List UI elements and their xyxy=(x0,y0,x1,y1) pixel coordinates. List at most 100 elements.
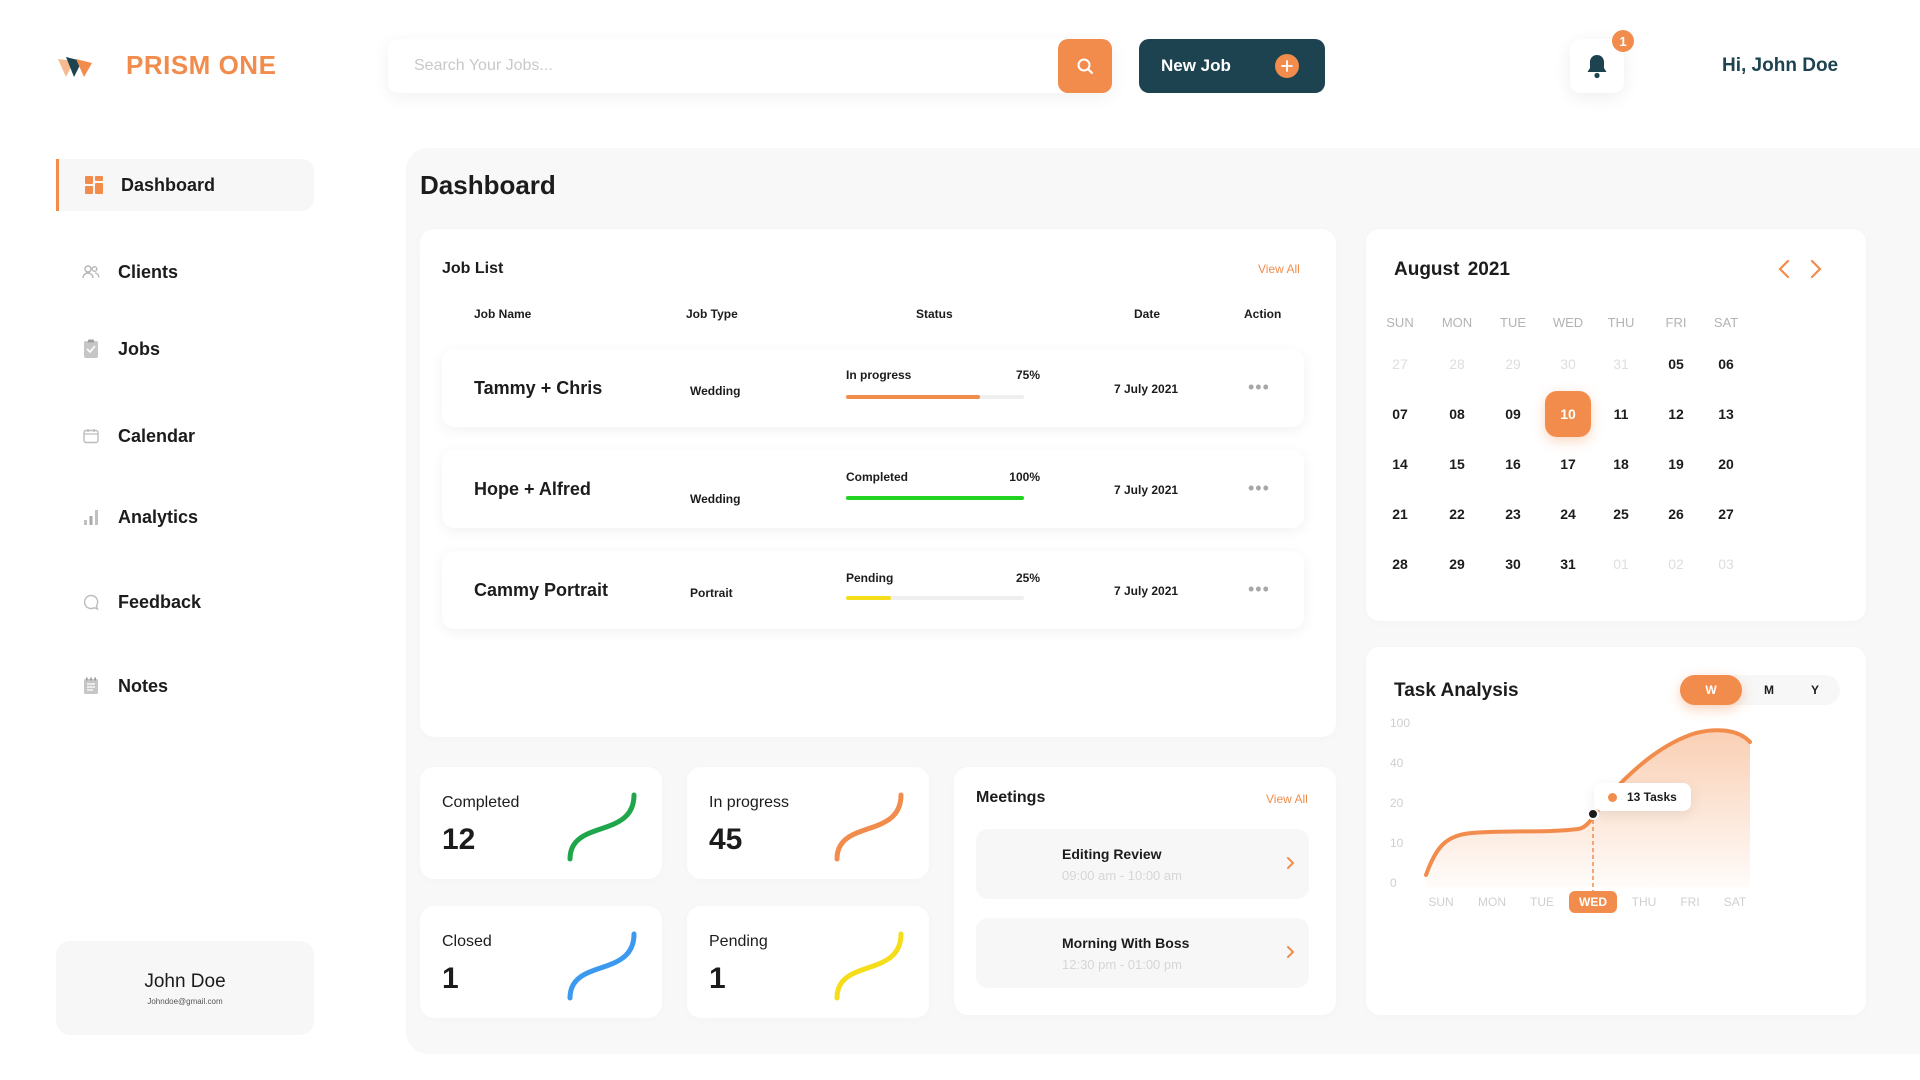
stat-card-completed[interactable]: Completed 12 xyxy=(420,767,662,879)
calendar-day[interactable]: 20 xyxy=(1703,441,1749,487)
calendar-day[interactable]: 05 xyxy=(1653,341,1699,387)
chevron-right-icon xyxy=(1287,857,1295,869)
calendar-day[interactable]: 29 xyxy=(1434,541,1480,587)
meetings-card: Meetings View All Editing Review 09:00 a… xyxy=(954,767,1336,1015)
more-actions-icon[interactable]: ••• xyxy=(1248,377,1270,398)
task-analysis-chart: 1004020100SUN MON TUE WED THU FRI SAT xyxy=(1390,716,1752,913)
x-tick-label: SAT xyxy=(1724,895,1747,909)
calendar-day[interactable]: 27 xyxy=(1703,491,1749,537)
calendar-day[interactable]: 15 xyxy=(1434,441,1480,487)
brand[interactable]: PRISM ONE xyxy=(56,50,276,81)
trend-curve-icon xyxy=(567,931,637,1001)
sidebar-item-calendar[interactable]: Calendar xyxy=(56,410,314,462)
calendar-day[interactable]: 25 xyxy=(1598,491,1644,537)
calendar-weekday-label: THU xyxy=(1607,315,1635,330)
calendar-day-selected[interactable]: 10 xyxy=(1545,391,1591,437)
calendar-month: August xyxy=(1394,259,1460,280)
sidebar-item-feedback[interactable]: Feedback xyxy=(56,576,314,628)
chevron-left-icon[interactable] xyxy=(1774,257,1794,281)
sidebar-item-dashboard[interactable]: Dashboard xyxy=(56,159,314,211)
calendar-day[interactable]: 28 xyxy=(1434,341,1480,387)
table-row[interactable]: Tammy + Chris Wedding In progress 75% 7 … xyxy=(442,349,1304,427)
table-row[interactable]: Cammy Portrait Portrait Pending 25% 7 Ju… xyxy=(442,551,1304,629)
stat-card-pending[interactable]: Pending 1 xyxy=(687,906,929,1018)
stat-label: In progress xyxy=(709,794,790,811)
column-header-job-name: Job Name xyxy=(474,307,532,321)
sidebar-item-analytics[interactable]: Analytics xyxy=(56,491,314,543)
stat-card-in-progress[interactable]: In progress 45 xyxy=(687,767,929,879)
meeting-item[interactable]: Editing Review 09:00 am - 10:00 am xyxy=(976,829,1309,899)
user-greeting[interactable]: Hi, John Doe xyxy=(1722,55,1838,77)
calendar-widget: August 2021 SUN MON TUE WED THU FRI SAT 27 28 29 3… xyxy=(1366,229,1866,621)
more-actions-icon[interactable]: ••• xyxy=(1248,579,1270,600)
calendar-day[interactable]: 24 xyxy=(1545,491,1591,537)
calendar-day[interactable]: 31 xyxy=(1598,341,1644,387)
calendar-day[interactable]: 29 xyxy=(1490,341,1536,387)
calendar-day[interactable]: 31 xyxy=(1545,541,1591,587)
stat-label: Pending xyxy=(709,933,768,950)
job-date: 7 July 2021 xyxy=(1114,483,1179,497)
y-tick-label: 0 xyxy=(1390,876,1397,890)
search-button[interactable] xyxy=(1058,39,1112,93)
calendar-day[interactable]: 22 xyxy=(1434,491,1480,537)
calendar-day[interactable]: 28 xyxy=(1377,541,1423,587)
sidebar-item-clients[interactable]: Clients xyxy=(56,246,314,298)
calendar-day[interactable]: 26 xyxy=(1653,491,1699,537)
calendar-day[interactable]: 02 xyxy=(1653,541,1699,587)
meeting-title: Morning With Boss xyxy=(1062,935,1190,951)
calendar-day[interactable]: 09 xyxy=(1490,391,1536,437)
user-profile-card[interactable]: John Doe Johndoe@gmail.com xyxy=(56,941,314,1035)
sidebar-item-jobs[interactable]: Jobs xyxy=(56,323,314,375)
trend-curve-icon xyxy=(567,792,637,862)
chart-highlight-point xyxy=(1587,808,1599,820)
calendar-day[interactable]: 27 xyxy=(1377,341,1423,387)
job-status: In progress xyxy=(846,368,912,382)
calendar-day[interactable]: 16 xyxy=(1490,441,1536,487)
job-name: Cammy Portrait xyxy=(474,580,609,600)
calendar-weekday-label: MON xyxy=(1441,315,1473,330)
table-row[interactable]: Hope + Alfred Wedding Completed 100% 7 J… xyxy=(442,450,1304,528)
more-actions-icon[interactable]: ••• xyxy=(1248,478,1270,499)
job-date: 7 July 2021 xyxy=(1114,584,1179,598)
bar-chart-icon xyxy=(80,506,102,528)
calendar-day[interactable]: 11 xyxy=(1598,391,1644,437)
calendar-day[interactable]: 23 xyxy=(1490,491,1536,537)
y-tick-label: 10 xyxy=(1390,836,1404,850)
job-list-view-all-link[interactable]: View All xyxy=(1258,262,1300,276)
calendar-day[interactable]: 06 xyxy=(1703,341,1749,387)
calendar-day[interactable]: 30 xyxy=(1545,341,1591,387)
stat-value: 1 xyxy=(709,962,726,995)
chart-area-fill xyxy=(1426,730,1750,887)
plus-icon xyxy=(1275,54,1299,78)
sidebar-item-label: Notes xyxy=(118,675,169,696)
calendar-day[interactable]: 19 xyxy=(1653,441,1699,487)
users-icon xyxy=(80,261,102,283)
calendar-day[interactable]: 30 xyxy=(1490,541,1536,587)
calendar-day[interactable]: 12 xyxy=(1653,391,1699,437)
calendar-day[interactable]: 18 xyxy=(1598,441,1644,487)
calendar-day[interactable]: 03 xyxy=(1703,541,1749,587)
calendar-day[interactable]: 17 xyxy=(1545,441,1591,487)
stat-value: 45 xyxy=(709,823,743,856)
x-tick-label: THU xyxy=(1632,895,1657,909)
calendar-day[interactable]: 08 xyxy=(1434,391,1480,437)
calendar-day[interactable]: 07 xyxy=(1377,391,1423,437)
meetings-view-all-link[interactable]: View All xyxy=(1266,792,1308,806)
progress-bar-fill xyxy=(846,395,980,399)
search-input[interactable] xyxy=(414,39,1034,93)
progress-bar-fill xyxy=(846,596,891,600)
calendar-day[interactable]: 14 xyxy=(1377,441,1423,487)
sidebar-item-label: Analytics xyxy=(118,506,199,527)
sidebar-item-notes[interactable]: Notes xyxy=(56,660,314,712)
calendar-weekday-label: SUN xyxy=(1386,315,1414,330)
progress-bar xyxy=(846,496,1024,500)
new-job-button[interactable]: New Job xyxy=(1139,39,1325,93)
chevron-right-icon[interactable] xyxy=(1806,257,1826,281)
job-type: Portrait xyxy=(690,586,733,600)
chevron-right-icon xyxy=(1287,946,1295,958)
calendar-day[interactable]: 13 xyxy=(1703,391,1749,437)
calendar-day[interactable]: 01 xyxy=(1598,541,1644,587)
calendar-day[interactable]: 21 xyxy=(1377,491,1423,537)
stat-card-closed[interactable]: Closed 1 xyxy=(420,906,662,1018)
meeting-item[interactable]: Morning With Boss 12:30 pm - 01:00 pm xyxy=(976,918,1309,988)
